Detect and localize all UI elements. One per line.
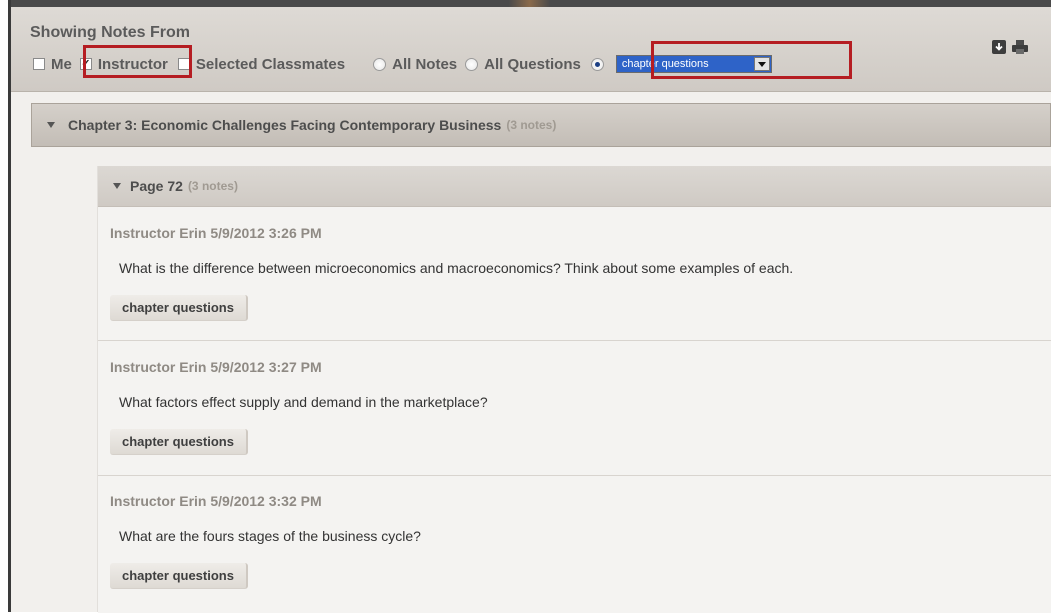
page-group: Page 72 (3 notes) Instructor Erin 5/9/20… xyxy=(97,166,1051,613)
note-item: Instructor Erin 5/9/2012 3:27 PM What fa… xyxy=(98,340,1051,475)
all-questions-label[interactable]: All Questions xyxy=(484,56,581,73)
me-checkbox[interactable] xyxy=(33,58,45,70)
window-top-border xyxy=(8,0,1051,7)
notes-filter-header: Showing Notes From Me ✓ Instructor Selec… xyxy=(11,7,1051,92)
page-note-count: (3 notes) xyxy=(187,179,238,193)
instructor-highlight-box xyxy=(83,45,192,78)
page-title: Page 72 xyxy=(130,178,183,194)
me-label[interactable]: Me xyxy=(51,56,72,73)
chapter-group-header[interactable]: Chapter 3: Economic Challenges Facing Co… xyxy=(31,103,1051,147)
all-notes-radio[interactable] xyxy=(373,57,387,71)
header-title: Showing Notes From xyxy=(30,24,190,41)
note-text: What factors effect supply and demand in… xyxy=(119,394,488,410)
print-icon[interactable] xyxy=(1012,39,1028,60)
download-icon[interactable] xyxy=(992,40,1006,59)
note-item: Instructor Erin 5/9/2012 3:32 PM What ar… xyxy=(98,475,1051,613)
all-notes-label[interactable]: All Notes xyxy=(392,56,457,73)
note-tag[interactable]: chapter questions xyxy=(110,563,248,589)
collapse-triangle-icon[interactable] xyxy=(47,122,55,128)
note-tag[interactable]: chapter questions xyxy=(110,429,248,455)
note-author: Instructor Erin 5/9/2012 3:27 PM xyxy=(110,359,322,375)
selected-classmates-label[interactable]: Selected Classmates xyxy=(196,56,345,73)
tag-filter-radio[interactable] xyxy=(590,57,604,71)
chapter-title: Chapter 3: Economic Challenges Facing Co… xyxy=(68,117,502,133)
tag-select-highlight-box xyxy=(651,41,852,79)
collapse-triangle-icon[interactable] xyxy=(113,183,121,189)
note-text: What are the fours stages of the busines… xyxy=(119,528,421,544)
note-item: Instructor Erin 5/9/2012 3:26 PM What is… xyxy=(98,207,1051,323)
chapter-note-count: (3 notes) xyxy=(506,118,557,132)
all-questions-radio[interactable] xyxy=(465,57,479,71)
note-tag[interactable]: chapter questions xyxy=(110,295,248,321)
page-group-header[interactable]: Page 72 (3 notes) xyxy=(98,166,1051,207)
note-author: Instructor Erin 5/9/2012 3:32 PM xyxy=(110,493,322,509)
note-author: Instructor Erin 5/9/2012 3:26 PM xyxy=(110,225,322,241)
note-text: What is the difference between microecon… xyxy=(119,260,794,276)
